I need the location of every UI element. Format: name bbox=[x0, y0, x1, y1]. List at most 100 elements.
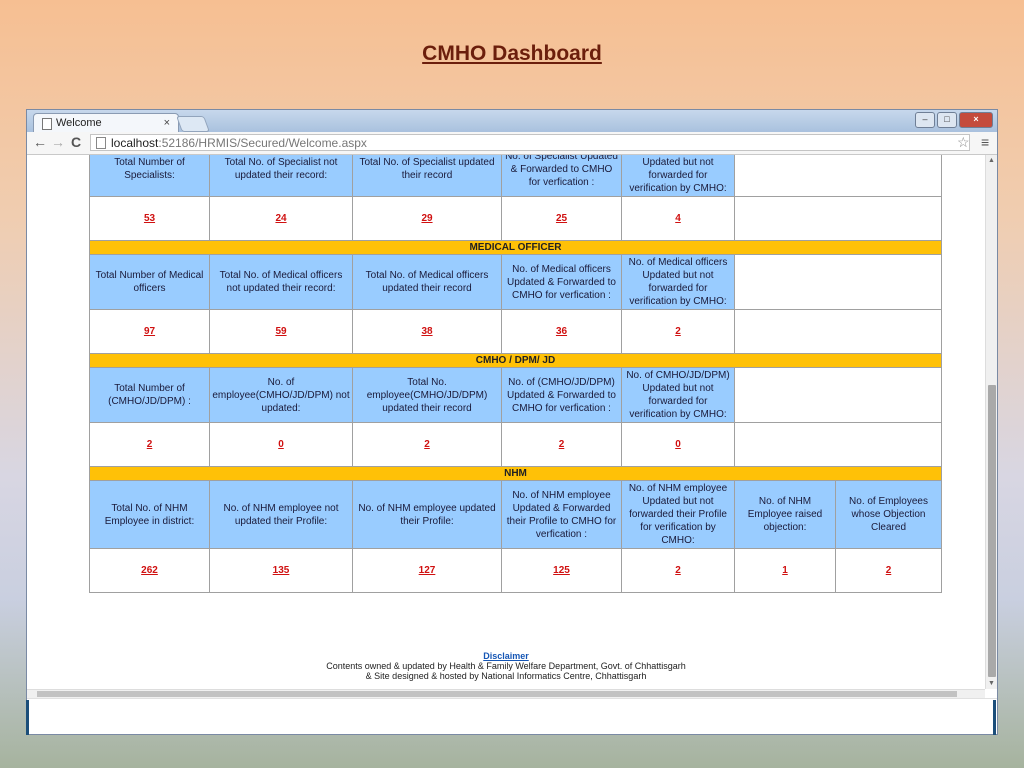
header-cell: Total No. of Specialist not updated thei… bbox=[209, 155, 353, 197]
value-cell: 53 bbox=[89, 196, 210, 241]
value-cell: 2 bbox=[89, 422, 210, 467]
count-link[interactable]: 1 bbox=[782, 565, 788, 576]
count-link[interactable]: 2 bbox=[559, 439, 565, 450]
window-bottom-area bbox=[27, 698, 997, 734]
header-cell: No. of CMHO/JD/DPM) Updated but not forw… bbox=[621, 367, 735, 423]
count-link[interactable]: 2 bbox=[675, 326, 681, 337]
count-link[interactable]: 97 bbox=[144, 326, 155, 337]
url-text: localhost:52186/HRMIS/Secured/Welcome.as… bbox=[111, 136, 367, 150]
tab-welcome[interactable]: Welcome × bbox=[33, 113, 179, 132]
header-cell: Total No. of Medical officers not update… bbox=[209, 254, 353, 310]
count-link[interactable]: 2 bbox=[675, 565, 681, 576]
header-cell: No. of NHM employee Updated but not forw… bbox=[621, 480, 735, 549]
page-viewport: Total Number of Specialists: Total No. o… bbox=[27, 155, 985, 689]
cmho-section-row: CMHO / DPM/ JD bbox=[89, 353, 942, 368]
count-link[interactable]: 53 bbox=[144, 213, 155, 224]
header-cell: No. of NHM employee updated their Profil… bbox=[352, 480, 502, 549]
nhm-header-row: Total No. of NHM Employee in district: N… bbox=[89, 480, 942, 549]
header-cell: No. of (CMHO/JD/DPM) Updated & Forwarded… bbox=[501, 367, 622, 423]
dashboard-table: Total Number of Specialists: Total No. o… bbox=[89, 155, 942, 593]
count-link[interactable]: 36 bbox=[556, 326, 567, 337]
header-cell: Total Number of (CMHO/JD/DPM) : bbox=[89, 367, 210, 423]
scroll-up-icon[interactable]: ▲ bbox=[988, 157, 995, 164]
page-footer: Disclaimer Contents owned & updated by H… bbox=[27, 651, 985, 681]
slide-title: CMHO Dashboard bbox=[422, 42, 602, 65]
value-cell: 0 bbox=[209, 422, 353, 467]
count-link[interactable]: 25 bbox=[556, 213, 567, 224]
header-cell: No. of employee(CMHO/JD/DPM) not updated… bbox=[209, 367, 353, 423]
header-cell: No. of Specialist Updated & Forwarded to… bbox=[501, 155, 622, 197]
close-window-button[interactable]: × bbox=[959, 112, 993, 128]
minimize-button[interactable]: – bbox=[915, 112, 935, 128]
window-controls: – □ × bbox=[915, 112, 993, 128]
header-cell: No. of Medical officers Updated & Forwar… bbox=[501, 254, 622, 310]
value-cell: 2 bbox=[501, 422, 622, 467]
value-cell: 4 bbox=[621, 196, 735, 241]
value-cell: 135 bbox=[209, 548, 353, 593]
value-cell: 38 bbox=[352, 309, 502, 354]
header-cell: Total No. of NHM Employee in district: bbox=[89, 480, 210, 549]
value-cell: 25 bbox=[501, 196, 622, 241]
menu-icon[interactable]: ≡ bbox=[981, 134, 989, 150]
page-icon bbox=[42, 118, 52, 130]
count-link[interactable]: 2 bbox=[886, 565, 892, 576]
reload-icon[interactable]: C bbox=[71, 134, 81, 150]
scroll-thumb[interactable] bbox=[37, 691, 957, 697]
header-cell: No. of Specialist Updated but not forwar… bbox=[621, 155, 735, 197]
forward-arrow-icon[interactable]: → bbox=[51, 134, 65, 150]
nhm-value-row: 262 135 127 125 2 1 2 bbox=[89, 548, 942, 593]
cmho-value-row: 2 0 2 2 0 bbox=[89, 422, 942, 467]
blank-cell bbox=[734, 155, 942, 197]
count-link[interactable]: 127 bbox=[419, 565, 436, 576]
value-cell: 36 bbox=[501, 309, 622, 354]
value-cell: 29 bbox=[352, 196, 502, 241]
browser-titlebar: Welcome × – □ × bbox=[27, 110, 997, 132]
tab-close-icon[interactable]: × bbox=[164, 114, 170, 133]
count-link[interactable]: 38 bbox=[421, 326, 432, 337]
header-cell: Total Number of Medical officers bbox=[89, 254, 210, 310]
nhm-section-row: NHM bbox=[89, 466, 942, 481]
value-cell: 2 bbox=[352, 422, 502, 467]
count-link[interactable]: 4 bbox=[675, 213, 681, 224]
scroll-thumb[interactable] bbox=[988, 385, 996, 677]
section-title: CMHO / DPM/ JD bbox=[89, 353, 942, 368]
count-link[interactable]: 2 bbox=[147, 439, 153, 450]
header-cell: Total No. employee(CMHO/JD/DPM) updated … bbox=[352, 367, 502, 423]
header-cell: No. of NHM employee Updated & Forwarded … bbox=[501, 480, 622, 549]
medical-officer-header-row: Total Number of Medical officers Total N… bbox=[89, 254, 942, 310]
header-cell: Total Number of Specialists: bbox=[89, 155, 210, 197]
header-cell: Total No. of Specialist updated their re… bbox=[352, 155, 502, 197]
count-link[interactable]: 59 bbox=[275, 326, 286, 337]
value-cell: 2 bbox=[621, 309, 735, 354]
value-cell: 0 bbox=[621, 422, 735, 467]
blank-cell bbox=[734, 254, 942, 310]
bookmark-star-icon[interactable]: ☆ bbox=[957, 134, 970, 151]
section-title: NHM bbox=[89, 466, 942, 481]
value-cell: 2 bbox=[835, 548, 942, 593]
section-title: MEDICAL OFFICER bbox=[89, 240, 942, 255]
count-link[interactable]: 135 bbox=[273, 565, 290, 576]
scroll-down-icon[interactable]: ▼ bbox=[988, 680, 995, 687]
url-input[interactable]: localhost:52186/HRMIS/Secured/Welcome.as… bbox=[90, 134, 970, 151]
window-edge bbox=[993, 700, 996, 735]
footer-line: Contents owned & updated by Health & Fam… bbox=[326, 661, 686, 671]
tab-label: Welcome bbox=[56, 117, 102, 129]
count-link[interactable]: 125 bbox=[553, 565, 570, 576]
header-cell: No. of NHM Employee raised objection: bbox=[734, 480, 836, 549]
count-link[interactable]: 2 bbox=[424, 439, 430, 450]
maximize-button[interactable]: □ bbox=[937, 112, 957, 128]
header-cell: Total No. of Medical officers updated th… bbox=[352, 254, 502, 310]
horizontal-scrollbar[interactable] bbox=[27, 689, 985, 698]
count-link[interactable]: 29 bbox=[421, 213, 432, 224]
medical-officer-value-row: 97 59 38 36 2 bbox=[89, 309, 942, 354]
back-arrow-icon[interactable]: ← bbox=[33, 134, 47, 150]
blank-cell bbox=[734, 367, 942, 423]
disclaimer-link[interactable]: Disclaimer bbox=[27, 651, 985, 661]
value-cell: 125 bbox=[501, 548, 622, 593]
count-link[interactable]: 0 bbox=[675, 439, 681, 450]
count-link[interactable]: 262 bbox=[141, 565, 158, 576]
count-link[interactable]: 0 bbox=[278, 439, 284, 450]
count-link[interactable]: 24 bbox=[275, 213, 286, 224]
new-tab-button[interactable] bbox=[176, 116, 210, 132]
vertical-scrollbar[interactable]: ▲ ▼ bbox=[985, 155, 997, 689]
